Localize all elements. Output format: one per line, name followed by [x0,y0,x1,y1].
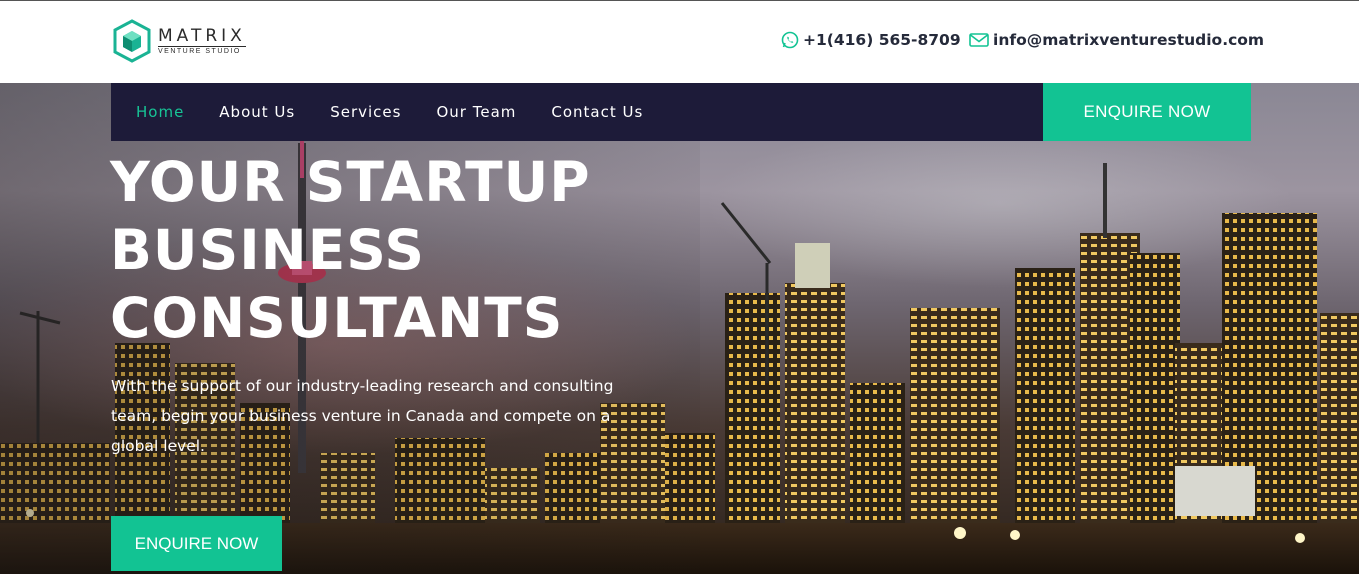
nav-item-contact-us[interactable]: Contact Us [551,103,643,121]
brand-tagline: VENTURE STUDIO [158,45,246,56]
nav-item-our-team[interactable]: Our Team [436,103,516,121]
nav-item-services[interactable]: Services [330,103,401,121]
nav-enquire-now-button[interactable]: ENQUIRE NOW [1043,83,1251,141]
phone-link[interactable]: +1(416) 565-8709 [781,31,961,49]
email-link[interactable]: info@matrixventurestudio.com [969,31,1264,49]
hero-title-line: BUSINESS [110,218,426,282]
hero-enquire-now-button[interactable]: ENQUIRE NOW [111,516,282,571]
nav-item-home[interactable]: Home [136,103,184,121]
main-navigation: Home About Us Services Our Team Contact … [111,83,1251,141]
whatsapp-icon [781,31,799,49]
nav-menu: Home About Us Services Our Team Contact … [136,103,678,121]
top-header: MATRIX VENTURE STUDIO +1(416) 565-8709 i… [0,0,1359,83]
brand-name: MATRIX [158,25,246,46]
cube-logo-icon [113,19,151,63]
email-address: info@matrixventurestudio.com [993,31,1265,49]
brand-logo[interactable]: MATRIX VENTURE STUDIO [112,19,246,63]
hero-title: YOUR STARTUP BUSINESS CONSULTANTS [110,148,710,352]
phone-number: +1(416) 565-8709 [803,31,961,49]
hero-title-line: YOUR STARTUP [110,150,591,214]
hero-description: With the support of our industry-leading… [111,377,614,455]
hero-title-line: CONSULTANTS [110,286,564,350]
nav-item-about-us[interactable]: About Us [219,103,295,121]
mail-icon [969,33,989,47]
